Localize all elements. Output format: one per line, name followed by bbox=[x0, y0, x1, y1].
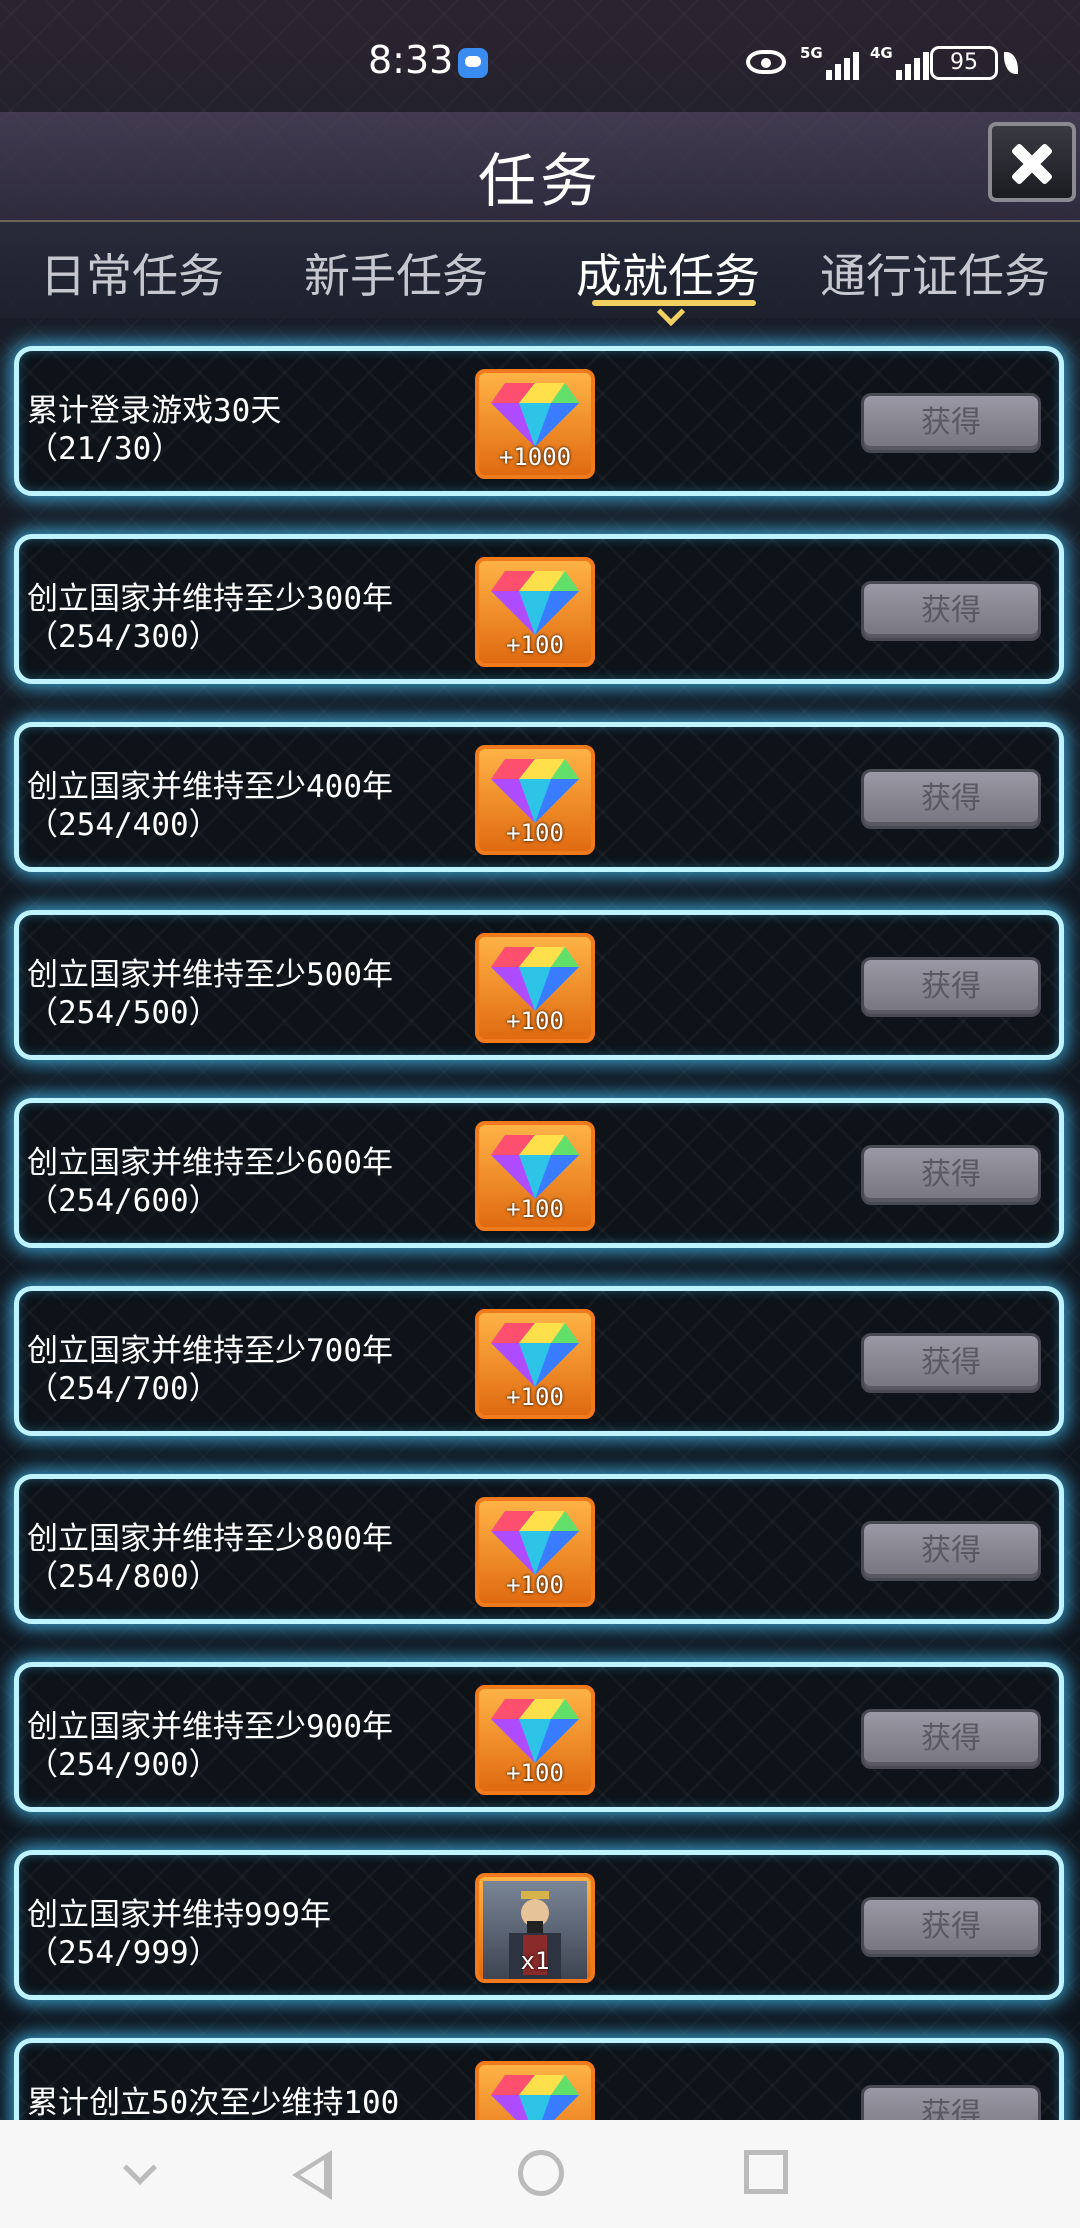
signal-4g-icon: 4G bbox=[870, 44, 932, 80]
obtain-button[interactable]: 获得 bbox=[861, 957, 1041, 1017]
task-progress: （254/800） bbox=[27, 1559, 220, 1595]
task-row: 创立国家并维持至少500年 （254/500） +100 获得 bbox=[14, 910, 1064, 1060]
task-row: 创立国家并维持至少600年 （254/600） +100 获得 bbox=[14, 1098, 1064, 1248]
home-icon[interactable] bbox=[518, 2150, 564, 2196]
obtain-button[interactable]: 获得 bbox=[861, 1521, 1041, 1581]
task-progress: （254/300） bbox=[27, 619, 220, 655]
reward-amount: x1 bbox=[520, 1947, 550, 1975]
task-row: 累计登录游戏30天 （21/30） +1000 获得 bbox=[14, 346, 1064, 496]
page-title: 任务 bbox=[477, 147, 602, 215]
obtain-button[interactable]: 获得 bbox=[861, 1333, 1041, 1393]
task-progress: （254/999） bbox=[27, 1935, 220, 1971]
reward-box[interactable]: x1 bbox=[475, 1873, 595, 1983]
task-row: 累计创立50次至少维持100 获得 bbox=[14, 2038, 1064, 2120]
reward-amount: +1000 bbox=[498, 443, 572, 471]
gem-icon bbox=[491, 1699, 579, 1763]
task-progress: （21/30） bbox=[27, 431, 183, 467]
task-progress: （254/900） bbox=[27, 1747, 220, 1783]
task-title: 累计创立50次至少维持100 bbox=[27, 2085, 400, 2120]
power-saving-icon bbox=[1004, 52, 1018, 74]
task-row: 创立国家并维持至少400年 （254/400） +100 获得 bbox=[14, 722, 1064, 872]
recents-icon[interactable] bbox=[744, 2150, 788, 2194]
obtain-button[interactable]: 获得 bbox=[861, 393, 1041, 453]
obtain-button[interactable]: 获得 bbox=[861, 2085, 1041, 2120]
gem-icon bbox=[491, 571, 579, 635]
task-progress: （254/400） bbox=[27, 807, 220, 843]
tab-pass[interactable]: 通行证任务 bbox=[820, 240, 1050, 306]
gem-icon bbox=[491, 1511, 579, 1575]
gem-icon bbox=[491, 759, 579, 823]
reward-amount: +100 bbox=[506, 819, 564, 847]
network-label: 5G bbox=[800, 44, 823, 62]
obtain-button[interactable]: 获得 bbox=[861, 1709, 1041, 1769]
signal-5g-icon: 5G bbox=[800, 44, 862, 80]
reward-box[interactable]: +100 bbox=[475, 1497, 595, 1607]
battery-icon: 95 bbox=[930, 46, 998, 80]
message-notification-icon bbox=[458, 48, 488, 78]
reward-box[interactable]: +100 bbox=[475, 745, 595, 855]
status-bar: 8:33 5G 4G 95 bbox=[0, 0, 1080, 120]
obtain-button[interactable]: 获得 bbox=[861, 769, 1041, 829]
reward-amount: +100 bbox=[506, 1759, 564, 1787]
task-row: 创立国家并维持至少300年 （254/300） +100 获得 bbox=[14, 534, 1064, 684]
gem-icon bbox=[491, 383, 579, 447]
task-progress: （254/600） bbox=[27, 1183, 220, 1219]
gem-icon bbox=[491, 1323, 579, 1387]
reward-amount: +100 bbox=[506, 1383, 564, 1411]
reward-amount: +100 bbox=[506, 631, 564, 659]
reward-amount: +100 bbox=[506, 1571, 564, 1599]
obtain-button[interactable]: 获得 bbox=[861, 581, 1041, 641]
reward-amount: +100 bbox=[506, 1195, 564, 1223]
reward-box[interactable]: +100 bbox=[475, 933, 595, 1043]
eye-icon bbox=[746, 50, 786, 74]
tab-daily[interactable]: 日常任务 bbox=[40, 240, 224, 306]
task-row: 创立国家并维持999年 （254/999） x1 获得 bbox=[14, 1850, 1064, 2000]
reward-box[interactable]: +100 bbox=[475, 1121, 595, 1231]
reward-box[interactable] bbox=[475, 2061, 595, 2120]
title-bar: 任务 bbox=[0, 112, 1080, 223]
tab-achievement[interactable]: 成就任务 bbox=[576, 240, 760, 306]
task-row: 创立国家并维持至少700年 （254/700） +100 获得 bbox=[14, 1286, 1064, 1436]
reward-amount: +100 bbox=[506, 1007, 564, 1035]
gem-icon bbox=[491, 2075, 579, 2120]
reward-box[interactable]: +100 bbox=[475, 1309, 595, 1419]
achievement-task-list[interactable]: 累计登录游戏30天 （21/30） +1000 获得 创立国家并维持至少300年… bbox=[0, 0, 1080, 2120]
task-progress: （254/500） bbox=[27, 995, 220, 1031]
gem-icon bbox=[491, 1135, 579, 1199]
status-time: 8:33 bbox=[368, 38, 454, 82]
gem-icon bbox=[491, 947, 579, 1011]
tab-newbie[interactable]: 新手任务 bbox=[304, 240, 488, 306]
obtain-button[interactable]: 获得 bbox=[861, 1145, 1041, 1205]
obtain-button[interactable]: 获得 bbox=[861, 1897, 1041, 1957]
network-label: 4G bbox=[870, 44, 893, 62]
reward-box[interactable]: +100 bbox=[475, 557, 595, 667]
task-row: 创立国家并维持至少800年 （254/800） +100 获得 bbox=[14, 1474, 1064, 1624]
reward-box[interactable]: +100 bbox=[475, 1685, 595, 1795]
back-icon[interactable] bbox=[292, 2150, 332, 2200]
reward-box[interactable]: +1000 bbox=[475, 369, 595, 479]
task-row: 创立国家并维持至少900年 （254/900） +100 获得 bbox=[14, 1662, 1064, 1812]
task-tabs: 日常任务 新手任务 成就任务 通行证任务 bbox=[0, 222, 1080, 318]
close-button[interactable] bbox=[988, 122, 1076, 202]
task-progress: （254/700） bbox=[27, 1371, 220, 1407]
